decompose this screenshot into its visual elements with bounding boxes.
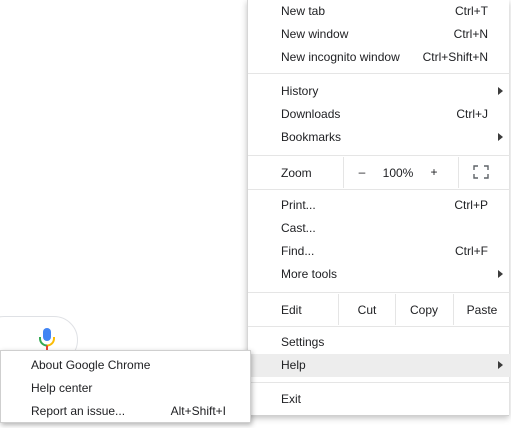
menu-item-find[interactable]: Find... Ctrl+F	[248, 240, 510, 263]
copy-button[interactable]: Copy	[396, 303, 452, 317]
menu-item-label: Exit	[281, 392, 302, 406]
help-submenu: About Google Chrome Help center Report a…	[0, 350, 251, 423]
menu-separator	[248, 155, 510, 156]
menu-item-print[interactable]: Print... Ctrl+P	[248, 194, 510, 217]
submenu-arrow-icon	[498, 270, 503, 278]
menu-item-shortcut: Ctrl+Shift+N	[422, 50, 488, 64]
menu-item-shortcut: Ctrl+P	[454, 198, 488, 212]
submenu-item-help-center[interactable]: Help center	[1, 377, 250, 400]
menu-item-history[interactable]: History	[248, 80, 510, 103]
submenu-arrow-icon	[498, 133, 503, 141]
menu-separator	[248, 292, 510, 293]
edit-row: Edit Cut Copy Paste	[248, 294, 510, 325]
menu-item-label: Bookmarks	[281, 130, 342, 144]
menu-item-label: More tools	[281, 267, 338, 281]
fullscreen-icon[interactable]	[473, 165, 489, 179]
submenu-item-label: About Google Chrome	[31, 358, 151, 372]
menu-item-settings[interactable]: Settings	[248, 331, 510, 354]
menu-item-label: New tab	[281, 4, 326, 18]
menu-item-label: Settings	[281, 335, 325, 349]
menu-item-shortcut: Ctrl+N	[453, 27, 488, 41]
zoom-divider	[343, 157, 344, 188]
menu-item-new-window[interactable]: New window Ctrl+N	[248, 23, 510, 46]
menu-item-bookmarks[interactable]: Bookmarks	[248, 126, 510, 149]
zoom-level: 100%	[382, 166, 414, 180]
zoom-divider	[458, 157, 459, 188]
menu-item-label: Print...	[281, 198, 316, 212]
menu-item-cast[interactable]: Cast...	[248, 217, 510, 240]
menu-item-shortcut: Ctrl+J	[456, 107, 488, 121]
paste-button[interactable]: Paste	[454, 303, 510, 317]
menu-item-shortcut: Ctrl+F	[455, 244, 488, 258]
submenu-item-label: Report an issue...	[31, 404, 126, 418]
zoom-in-button[interactable]: +	[424, 165, 444, 179]
zoom-out-button[interactable]: –	[352, 165, 372, 179]
menu-item-label: New window	[281, 27, 349, 41]
menu-item-label: History	[281, 84, 319, 98]
menu-separator	[248, 73, 510, 74]
menu-item-label: New incognito window	[281, 50, 400, 64]
submenu-item-report-an-issue[interactable]: Report an issue... Alt+Shift+I	[1, 400, 250, 423]
menu-separator	[248, 326, 510, 327]
menu-item-exit[interactable]: Exit	[248, 388, 510, 411]
zoom-row: Zoom – 100% +	[248, 157, 510, 188]
edit-label: Edit	[281, 303, 302, 317]
cut-button[interactable]: Cut	[339, 303, 395, 317]
menu-item-label: Cast...	[281, 221, 316, 235]
menu-item-new-incognito-window[interactable]: New incognito window Ctrl+Shift+N	[248, 46, 510, 69]
menu-separator	[248, 382, 510, 383]
menu-item-new-tab[interactable]: New tab Ctrl+T	[248, 0, 510, 23]
zoom-label: Zoom	[281, 166, 312, 180]
menu-item-label: Downloads	[281, 107, 341, 121]
menu-item-label: Find...	[281, 244, 315, 258]
menu-item-help[interactable]: Help	[248, 354, 510, 377]
microphone-icon[interactable]	[37, 327, 57, 351]
menu-item-more-tools[interactable]: More tools	[248, 263, 510, 286]
menu-item-label: Help	[281, 358, 306, 372]
submenu-item-label: Help center	[31, 381, 93, 395]
submenu-arrow-icon	[498, 361, 503, 369]
submenu-item-shortcut: Alt+Shift+I	[170, 404, 226, 418]
menu-item-shortcut: Ctrl+T	[455, 4, 488, 18]
submenu-item-about-google-chrome[interactable]: About Google Chrome	[1, 354, 250, 377]
submenu-arrow-icon	[498, 87, 503, 95]
chrome-main-menu: New tab Ctrl+T New window Ctrl+N New inc…	[247, 0, 510, 416]
menu-item-downloads[interactable]: Downloads Ctrl+J	[248, 103, 510, 126]
menu-separator	[248, 189, 510, 190]
